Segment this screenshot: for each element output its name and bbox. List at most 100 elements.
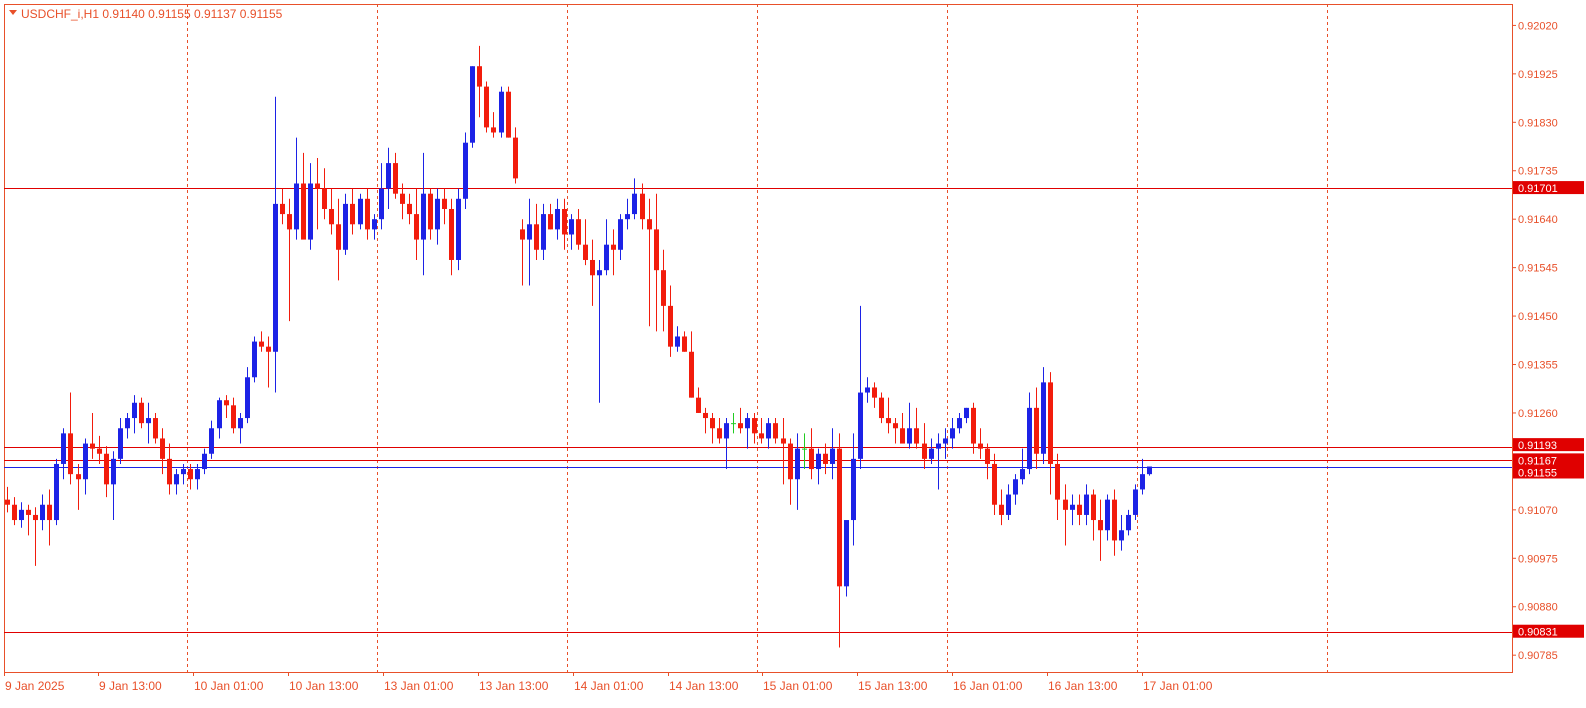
candle-body[interactable] <box>1084 494 1089 515</box>
candle-body[interactable] <box>47 504 52 521</box>
candle-body[interactable] <box>534 224 539 250</box>
candle-body[interactable] <box>167 458 172 485</box>
candle-body[interactable] <box>971 407 976 444</box>
candle-body[interactable] <box>943 438 948 444</box>
candle-body[interactable] <box>449 208 454 260</box>
candle-body[interactable] <box>583 244 588 260</box>
candle-body[interactable] <box>33 514 38 521</box>
candle-body[interactable] <box>527 224 532 240</box>
candle-body[interactable] <box>400 193 405 204</box>
candle-body[interactable] <box>809 448 814 470</box>
candle-body[interactable] <box>647 219 652 230</box>
candle-body[interactable] <box>569 219 574 235</box>
candle-body[interactable] <box>174 474 179 485</box>
candle-body[interactable] <box>499 91 504 133</box>
candle-body[interactable] <box>837 448 842 587</box>
candle-body[interactable] <box>442 198 447 209</box>
candle-body[interactable] <box>217 400 222 429</box>
candle-body[interactable] <box>724 423 729 439</box>
candle-body[interactable] <box>1112 499 1117 541</box>
candle-body[interactable] <box>654 229 659 271</box>
candle-body[interactable] <box>520 229 525 240</box>
candle-body[interactable] <box>611 244 616 250</box>
candle-body[interactable] <box>125 418 130 429</box>
candle-body[interactable] <box>308 183 313 240</box>
candle-body[interactable] <box>914 428 919 444</box>
candle-body[interactable] <box>407 203 412 215</box>
price-chart[interactable]: 0.92020 0.91925 0.91830 0.91735 0.91640 0.915… <box>0 0 1586 708</box>
candle-body[interactable] <box>879 397 884 419</box>
candle-body[interactable] <box>477 66 482 87</box>
candle-body[interactable] <box>900 428 905 444</box>
candle-body[interactable] <box>731 423 736 425</box>
candle-body[interactable] <box>5 499 10 505</box>
candle-body[interactable] <box>484 86 489 128</box>
candle-body[interactable] <box>590 259 595 276</box>
candle-body[interactable] <box>992 463 997 505</box>
candle-body[interactable] <box>19 509 24 521</box>
candle-body[interactable] <box>696 397 701 413</box>
candle-body[interactable] <box>632 193 637 215</box>
candle-body[interactable] <box>1020 469 1025 480</box>
candle-body[interactable] <box>865 387 870 393</box>
candle-body[interactable] <box>689 351 694 398</box>
candle-body[interactable] <box>336 224 341 250</box>
candle-body[interactable] <box>978 443 983 449</box>
candle-body[interactable] <box>160 438 165 459</box>
candle-body[interactable] <box>132 402 137 419</box>
candle-body[interactable] <box>759 433 764 439</box>
candle-body[interactable] <box>365 198 370 230</box>
candle-body[interactable] <box>350 203 355 225</box>
candle-body[interactable] <box>386 163 391 189</box>
candle-body[interactable] <box>287 214 292 230</box>
candle-body[interactable] <box>872 387 877 398</box>
candle-body[interactable] <box>329 208 334 225</box>
candle-body[interactable] <box>1119 530 1124 541</box>
candle-body[interactable] <box>97 448 102 454</box>
candle-body[interactable] <box>661 270 666 306</box>
candle-body[interactable] <box>513 137 518 179</box>
candle-body[interactable] <box>682 336 687 352</box>
candle-body[interactable] <box>816 453 821 470</box>
candle-body[interactable] <box>343 203 348 250</box>
candle-body[interactable] <box>738 423 743 429</box>
candle-body[interactable] <box>491 127 496 133</box>
candle-body[interactable] <box>428 193 433 230</box>
candle-body[interactable] <box>245 377 250 419</box>
candle-body[interactable] <box>421 193 426 240</box>
candle-body[interactable] <box>181 469 186 475</box>
candle-body[interactable] <box>710 418 715 429</box>
candle-body[interactable] <box>675 336 680 347</box>
candle-body[interactable] <box>456 198 461 260</box>
candle-body[interactable] <box>844 520 849 587</box>
candle-body[interactable] <box>252 341 257 378</box>
candle-body[interactable] <box>83 443 88 480</box>
candle-body[interactable] <box>907 428 912 444</box>
candle-body[interactable] <box>139 402 144 424</box>
candle-body[interactable] <box>358 198 363 225</box>
candle-body[interactable] <box>802 448 807 450</box>
candle-body[interactable] <box>640 193 645 220</box>
candle-body[interactable] <box>273 203 278 352</box>
candle-body[interactable] <box>1055 463 1060 500</box>
candle-body[interactable] <box>372 219 377 230</box>
candle-body[interactable] <box>266 346 271 352</box>
candle-body[interactable] <box>541 214 546 250</box>
candle-body[interactable] <box>604 244 609 271</box>
candle-body[interactable] <box>922 443 927 459</box>
candle-body[interactable] <box>153 418 158 439</box>
candle-body[interactable] <box>1027 407 1032 470</box>
candle-body[interactable] <box>414 214 419 240</box>
candle-body[interactable] <box>1013 479 1018 495</box>
chart-window[interactable]: 0.92020 0.91925 0.91830 0.91735 0.91640 0.915… <box>0 0 1586 708</box>
candle-body[interactable] <box>506 91 511 138</box>
candle-body[interactable] <box>195 469 200 480</box>
candle-body[interactable] <box>1006 494 1011 515</box>
candle-body[interactable] <box>322 188 327 209</box>
candle-body[interactable] <box>576 219 581 245</box>
candle-body[interactable] <box>463 142 468 199</box>
candle-body[interactable] <box>773 423 778 439</box>
candle-body[interactable] <box>393 163 398 194</box>
candle-body[interactable] <box>26 509 31 515</box>
candle-body[interactable] <box>231 405 236 429</box>
